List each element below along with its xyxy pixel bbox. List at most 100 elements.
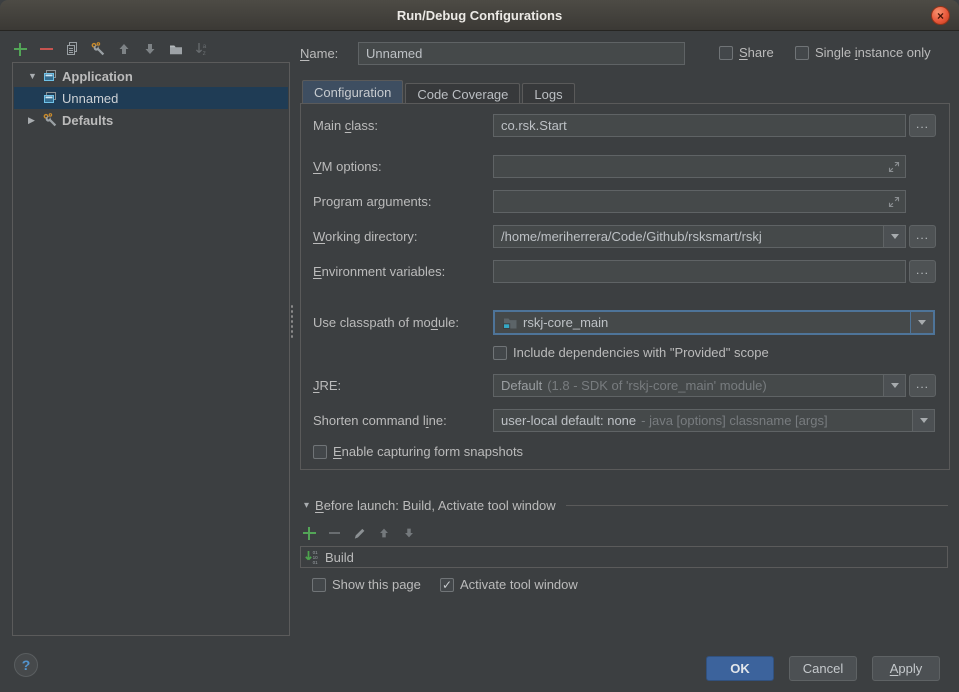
ellipsis-icon: ... (916, 378, 929, 390)
collapse-section-icon[interactable]: ▾ (304, 500, 309, 511)
tree-expand-icon[interactable]: ▼ (28, 71, 42, 81)
help-button[interactable]: ? (14, 653, 38, 677)
remove-configuration-button[interactable] (38, 41, 54, 57)
single-instance-checkbox[interactable]: Single instance only (795, 45, 931, 60)
program-arguments-label: Program arguments: (313, 194, 432, 209)
move-down-icon (402, 526, 416, 540)
ellipsis-icon: ... (916, 229, 929, 241)
expand-field-icon[interactable] (888, 161, 900, 173)
module-label: Use classpath of module: (313, 315, 459, 330)
main-class-browse-button[interactable]: ... (909, 114, 936, 137)
titlebar: Run/Debug Configurations × (0, 0, 959, 31)
jre-combobox[interactable]: Default (1.8 - SDK of 'rskj-core_main' m… (493, 374, 906, 397)
activate-tool-window-checkbox[interactable]: ✓ Activate tool window (440, 577, 578, 592)
jre-browse-button[interactable]: ... (909, 374, 936, 397)
provided-scope-checkbox[interactable]: Include dependencies with "Provided" sco… (493, 345, 769, 360)
module-icon (502, 315, 518, 331)
main-class-label: Main class: (313, 118, 378, 133)
jre-dropdown-button[interactable] (883, 375, 905, 396)
settings-tabs: Configuration Code Coverage Logs (302, 80, 577, 104)
move-task-up-button[interactable] (376, 525, 392, 541)
edit-task-button[interactable] (351, 525, 367, 541)
edit-pencil-icon (352, 526, 367, 541)
tab-logs[interactable]: Logs (522, 83, 574, 104)
working-directory-dropdown-button[interactable] (883, 226, 905, 247)
working-directory-label: Working directory: (313, 229, 418, 244)
environment-variables-field[interactable] (493, 260, 906, 283)
remove-task-button[interactable] (326, 525, 342, 541)
module-dropdown-button[interactable] (910, 312, 933, 333)
name-input[interactable] (358, 42, 685, 65)
module-combobox[interactable]: rskj-core_main (493, 310, 935, 335)
sort-configurations-button[interactable]: az (194, 41, 210, 57)
new-folder-button[interactable] (168, 41, 184, 57)
shorten-command-line-hint: - java [options] classname [args] (641, 413, 827, 428)
tree-item-application[interactable]: ▼ Application (14, 65, 288, 87)
move-task-down-button[interactable] (401, 525, 417, 541)
working-directory-browse-button[interactable]: ... (909, 225, 936, 248)
copy-configuration-button[interactable] (64, 41, 80, 57)
before-launch-header: ▾ Before launch: Build, Activate tool wi… (300, 496, 948, 514)
panel-splitter[interactable] (290, 304, 294, 338)
tree-item-label: Unnamed (62, 91, 118, 106)
apply-label: Apply (890, 661, 923, 676)
add-task-button[interactable] (301, 525, 317, 541)
window-title: Run/Debug Configurations (397, 8, 562, 23)
vm-options-field[interactable] (493, 155, 906, 178)
vm-options-label: VM options: (313, 159, 382, 174)
ellipsis-icon: ... (916, 118, 929, 130)
add-icon (14, 43, 27, 56)
tree-expand-icon[interactable]: ▶ (28, 115, 42, 126)
chevron-down-icon (918, 320, 926, 325)
checkbox-box (312, 578, 326, 592)
move-up-icon (377, 526, 391, 540)
configurations-tree: ▼ Application Unnamed ▶ Defaults (12, 62, 290, 636)
before-launch-task-build[interactable]: 011001 Build (300, 546, 948, 568)
main-class-field[interactable]: co.rsk.Start (493, 114, 906, 137)
shorten-command-line-combobox[interactable]: user-local default: none - java [options… (493, 409, 935, 432)
application-icon (42, 68, 58, 84)
svg-text:01: 01 (313, 560, 319, 565)
tab-configuration[interactable]: Configuration (302, 80, 403, 104)
expand-field-icon[interactable] (888, 196, 900, 208)
move-up-icon (116, 41, 132, 57)
chevron-down-icon (891, 383, 899, 388)
show-this-page-checkbox[interactable]: Show this page (312, 577, 421, 592)
application-icon (42, 90, 58, 106)
working-directory-combobox[interactable]: /home/meriherrera/Code/Github/rsksmart/r… (493, 225, 906, 248)
edit-defaults-button[interactable] (90, 41, 106, 57)
main-class-value: co.rsk.Start (501, 118, 567, 133)
apply-button[interactable]: Apply (872, 656, 940, 681)
shorten-command-line-dropdown-button[interactable] (912, 410, 934, 431)
close-button[interactable]: × (931, 6, 950, 25)
check-icon: ✓ (442, 579, 452, 591)
move-down-button[interactable] (142, 41, 158, 57)
tab-label: Configuration (314, 85, 391, 100)
svg-text:a: a (203, 43, 207, 50)
environment-variables-label: Environment variables: (313, 264, 445, 279)
capture-snapshots-label: Enable capturing form snapshots (333, 444, 523, 459)
shorten-command-line-label: Shorten command line: (313, 413, 447, 428)
program-arguments-field[interactable] (493, 190, 906, 213)
build-icon: 011001 (305, 549, 320, 565)
before-launch-title: Before launch: Build, Activate tool wind… (315, 498, 556, 513)
chevron-down-icon (920, 418, 928, 423)
single-instance-label: Single instance only (815, 45, 931, 60)
ellipsis-icon: ... (916, 264, 929, 276)
capture-snapshots-checkbox[interactable]: Enable capturing form snapshots (313, 444, 523, 459)
tree-item-unnamed[interactable]: Unnamed (14, 87, 288, 109)
tab-label: Logs (534, 87, 562, 102)
new-folder-icon (168, 41, 184, 57)
wrench-icon (42, 112, 58, 128)
ok-button[interactable]: OK (706, 656, 774, 681)
environment-variables-browse-button[interactable]: ... (909, 260, 936, 283)
jre-label: JRE: (313, 378, 341, 393)
tree-item-defaults[interactable]: ▶ Defaults (14, 109, 288, 131)
move-up-button[interactable] (116, 41, 132, 57)
working-directory-value: /home/meriherrera/Code/Github/rsksmart/r… (501, 229, 762, 244)
cancel-button[interactable]: Cancel (789, 656, 857, 681)
share-checkbox[interactable]: Share (719, 45, 774, 60)
chevron-down-icon (891, 234, 899, 239)
tab-code-coverage[interactable]: Code Coverage (405, 83, 520, 104)
add-configuration-button[interactable] (12, 41, 28, 57)
